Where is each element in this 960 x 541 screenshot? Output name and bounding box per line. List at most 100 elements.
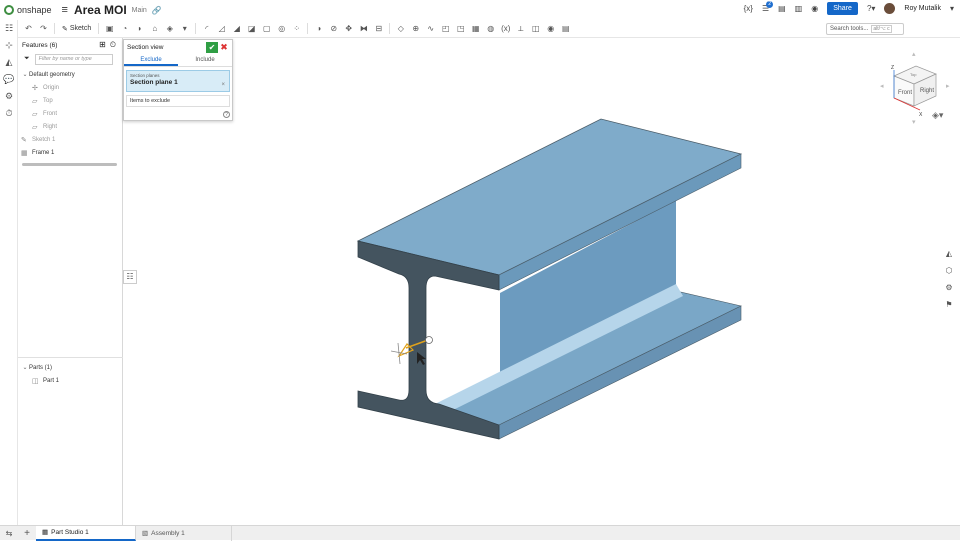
user-name[interactable]: Roy Mutalik <box>904 5 941 12</box>
hole-icon[interactable]: ◎ <box>275 22 288 35</box>
i-beam-model[interactable] <box>123 38 960 525</box>
rotate-up-icon[interactable]: ▴ <box>912 50 916 58</box>
mirror-icon[interactable]: ⧓ <box>357 22 370 35</box>
pencil-icon: ✎ <box>62 25 68 33</box>
section-plane-value[interactable]: Section plane 1 <box>130 79 226 86</box>
part-item[interactable]: ◫ Part 1 <box>18 374 123 387</box>
tree-item-sketch[interactable]: ✎ Sketch 1 <box>18 133 122 146</box>
app-store-icon[interactable]: ◉ <box>811 4 818 13</box>
help-icon[interactable]: ? <box>223 111 230 118</box>
properties-panel-icon[interactable]: ⚑ <box>942 297 956 311</box>
view-options-icon[interactable]: ◈▾ <box>932 110 943 121</box>
hamburger-menu-icon[interactable]: ≡ <box>62 4 68 16</box>
mates-icon[interactable]: ⚙ <box>0 88 18 105</box>
feature-filter-row: ⏷ Filter by name or type <box>18 52 122 66</box>
split-icon[interactable]: ⊘ <box>327 22 340 35</box>
items-to-exclude-field[interactable]: Items to exclude <box>126 95 230 107</box>
chevron-down-icon[interactable]: ⌄ <box>21 71 29 78</box>
flange-icon[interactable]: ◳ <box>454 22 467 35</box>
measure-icon[interactable]: ⟂ <box>514 22 527 35</box>
extrude-icon[interactable]: ▣ <box>103 22 116 35</box>
tree-item-frame[interactable]: ▦ Frame 1 <box>18 146 122 159</box>
search-tools-input[interactable]: Search tools... alt/⌥ c <box>826 23 904 35</box>
frame-icon[interactable]: ▦ <box>469 22 482 35</box>
chevron-down-icon[interactable]: ⌄ <box>21 364 29 371</box>
render-icon[interactable]: ◉ <box>544 22 557 35</box>
link-icon[interactable]: 🔗 <box>152 6 162 15</box>
tab-manager-icon[interactable]: ⇆ <box>0 529 18 538</box>
graphics-viewport[interactable] <box>123 38 960 525</box>
notifications-icon[interactable]: ☰ 2 <box>762 1 774 13</box>
feature-list-toggle-icon[interactable]: ☷ <box>123 270 137 284</box>
revolve-icon[interactable]: ◔ <box>118 22 131 35</box>
mate-connector-icon[interactable]: ⊕ <box>409 22 422 35</box>
variable-icon[interactable]: (x) <box>499 22 512 35</box>
add-tab-icon[interactable]: + <box>18 528 36 539</box>
tree-item-right[interactable]: ▱ Right <box>18 120 122 133</box>
shell-icon[interactable]: ▢ <box>260 22 273 35</box>
undo-icon[interactable]: ↶ <box>22 22 35 35</box>
branch-label[interactable]: Main <box>132 7 147 14</box>
rollback-clock-icon[interactable]: ⏲ <box>110 40 116 50</box>
feature-filter-input[interactable]: Filter by name or type <box>34 53 113 65</box>
document-title[interactable]: Area MOI <box>74 3 127 17</box>
custom-feature-icon[interactable]: ▤ <box>559 22 572 35</box>
thicken-icon[interactable]: ◈ <box>163 22 176 35</box>
configuration-panel-icon[interactable]: ⚙ <box>942 280 956 294</box>
rotate-right-icon[interactable]: ▸ <box>946 82 950 90</box>
cancel-button[interactable]: ✖ <box>218 42 230 53</box>
parts-header[interactable]: ⌄ Parts (1) <box>18 361 123 374</box>
filter-icon[interactable]: ⏷ <box>24 55 30 63</box>
add-folder-icon[interactable]: ⊞ <box>99 40 106 50</box>
tab-assembly[interactable]: ▧ Assembly 1 <box>136 525 232 541</box>
plane-icon[interactable]: ◇ <box>394 22 407 35</box>
draft-icon[interactable]: ◢ <box>230 22 243 35</box>
rib-icon[interactable]: ◪ <box>245 22 258 35</box>
rotate-down-icon[interactable]: ▾ <box>912 118 916 126</box>
sheet-metal-icon[interactable]: ◰ <box>439 22 452 35</box>
help-icon[interactable]: ?▾ <box>867 4 875 13</box>
tree-item-front[interactable]: ▱ Front <box>18 107 122 120</box>
tree-item-origin[interactable]: ✢ Origin <box>18 81 122 94</box>
parts-panel-icon[interactable]: ⬡ <box>942 263 956 277</box>
boolean-icon[interactable]: ◑ <box>312 22 325 35</box>
fillet-icon[interactable]: ◜ <box>200 22 213 35</box>
remove-plane-icon[interactable]: × <box>221 82 225 88</box>
tree-item-top[interactable]: ▱ Top <box>18 94 122 107</box>
confirm-button[interactable]: ✔ <box>206 41 218 53</box>
document-icon[interactable]: ▤ <box>778 4 786 13</box>
comments-icon[interactable]: 💬 <box>0 71 18 88</box>
feature-list-scrollbar[interactable] <box>22 163 117 166</box>
redo-icon[interactable]: ↷ <box>37 22 50 35</box>
default-geometry-node[interactable]: ⌄ Default geometry <box>18 68 122 81</box>
section-icon[interactable]: ◫ <box>529 22 542 35</box>
enclose-icon[interactable]: ▾ <box>178 22 191 35</box>
tab-include[interactable]: Include <box>178 54 232 66</box>
versions-icon[interactable]: ▥ <box>795 4 803 13</box>
rotate-left-icon[interactable]: ◂ <box>880 82 884 90</box>
add-feature-icon[interactable]: ⊹ <box>0 37 18 54</box>
surface-icon[interactable]: ◍ <box>484 22 497 35</box>
variables-icon[interactable]: {x} <box>744 4 753 13</box>
default-geometry-label: Default geometry <box>29 71 75 78</box>
transform-icon[interactable]: ✥ <box>342 22 355 35</box>
tab-part-studio[interactable]: ▦ Part Studio 1 <box>36 525 136 541</box>
user-menu-chevron-icon[interactable]: ▾ <box>950 4 954 13</box>
pattern-icon[interactable]: ⁘ <box>290 22 303 35</box>
view-cube[interactable]: Top Front Right Z X ◂ ▸ ▴ ▾ <box>876 48 956 128</box>
section-planes-field[interactable]: Section planes Section plane 1 × <box>126 70 230 92</box>
loft-icon[interactable]: ⌂ <box>148 22 161 35</box>
onshape-logo[interactable]: onshape <box>4 5 52 15</box>
tab-exclude[interactable]: Exclude <box>124 54 178 66</box>
avatar[interactable] <box>884 3 896 14</box>
appearance-panel-icon[interactable]: ◭ <box>942 246 956 260</box>
helix-icon[interactable]: ∿ <box>424 22 437 35</box>
sweep-icon[interactable]: ◗ <box>133 22 146 35</box>
chamfer-icon[interactable]: ◿ <box>215 22 228 35</box>
delete-part-icon[interactable]: ⊟ <box>372 22 385 35</box>
sketch-button[interactable]: ✎ Sketch <box>59 25 94 33</box>
feature-list-icon[interactable]: ☷ <box>0 20 18 37</box>
history-icon[interactable]: ⏱ <box>0 105 18 122</box>
appearance-icon[interactable]: ◭ <box>0 54 18 71</box>
share-button[interactable]: Share <box>827 2 858 15</box>
